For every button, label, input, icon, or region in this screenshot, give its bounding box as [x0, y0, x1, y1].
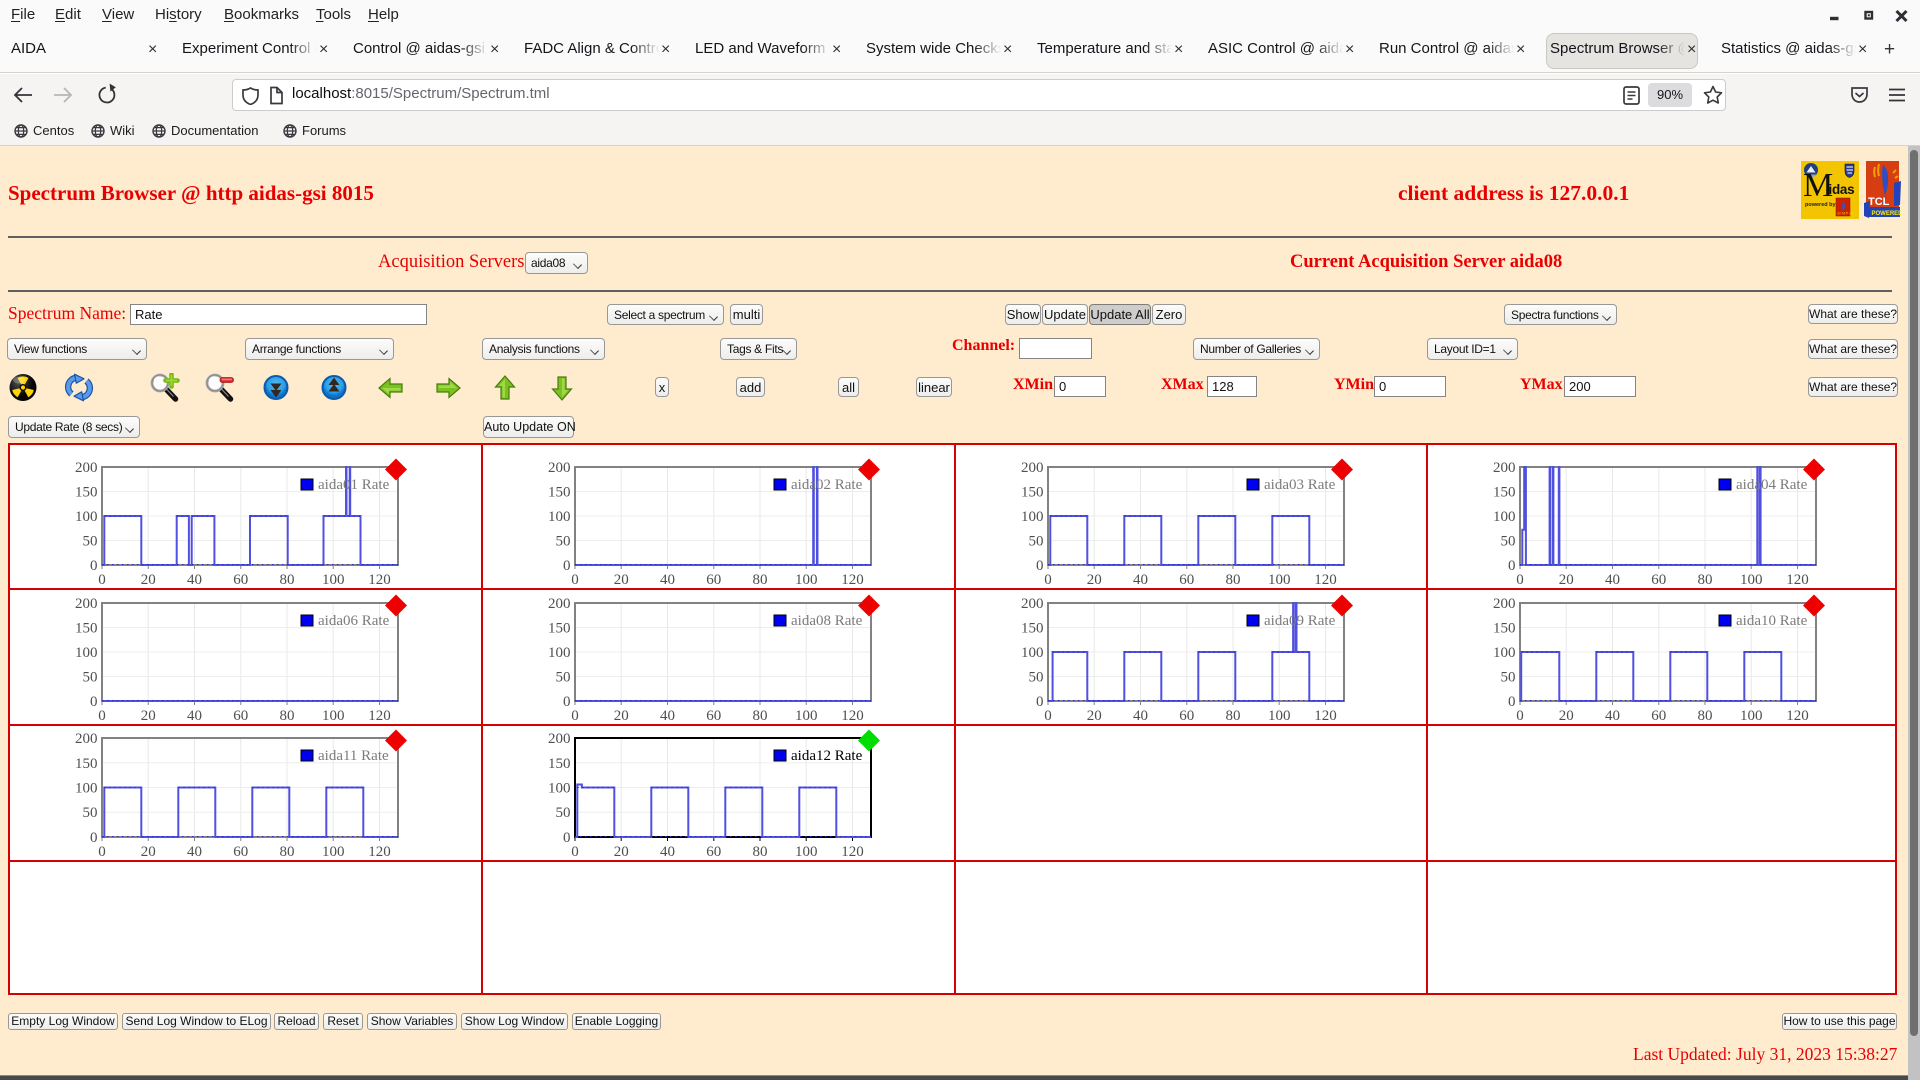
svg-text:0: 0: [1508, 694, 1516, 710]
svg-text:20: 20: [614, 844, 629, 859]
svg-text:20: 20: [141, 844, 156, 859]
svg-text:20: 20: [1087, 708, 1102, 723]
svg-text:aida12 Rate: aida12 Rate: [791, 748, 863, 764]
svg-text:0: 0: [1508, 558, 1516, 574]
svg-text:150: 150: [75, 485, 98, 501]
svg-text:150: 150: [75, 621, 98, 637]
svg-text:50: 50: [1029, 534, 1044, 550]
svg-text:100: 100: [1021, 509, 1044, 525]
svg-text:40: 40: [1133, 708, 1148, 723]
svg-text:100: 100: [1021, 645, 1044, 661]
svg-text:200: 200: [75, 596, 98, 612]
svg-text:120: 120: [1786, 708, 1809, 723]
svg-text:0: 0: [1036, 558, 1044, 574]
svg-text:0: 0: [1516, 708, 1524, 723]
svg-text:powered by: powered by: [1805, 202, 1837, 208]
svg-text:100: 100: [75, 781, 98, 797]
svg-text:50: 50: [556, 670, 571, 686]
svg-text:60: 60: [706, 844, 721, 859]
svg-text:150: 150: [548, 756, 571, 772]
svg-text:60: 60: [1651, 708, 1666, 723]
svg-text:S I M P L E: S I M P L E: [1838, 212, 1854, 216]
svg-text:0: 0: [90, 694, 98, 710]
svg-text:0: 0: [90, 830, 98, 846]
svg-text:100: 100: [75, 509, 98, 525]
svg-text:80: 80: [753, 844, 768, 859]
svg-text:100: 100: [1740, 708, 1763, 723]
svg-text:100: 100: [548, 645, 571, 661]
svg-text:0: 0: [1036, 694, 1044, 710]
svg-text:80: 80: [280, 844, 295, 859]
svg-text:50: 50: [83, 805, 98, 821]
svg-text:100: 100: [322, 844, 345, 859]
svg-text:aida09 Rate: aida09 Rate: [1264, 613, 1336, 629]
svg-text:aida11 Rate: aida11 Rate: [318, 748, 389, 764]
svg-text:150: 150: [548, 485, 571, 501]
svg-text:60: 60: [1179, 708, 1194, 723]
svg-text:0: 0: [563, 558, 571, 574]
svg-text:aida10 Rate: aida10 Rate: [1736, 613, 1808, 629]
svg-text:0: 0: [571, 844, 579, 859]
svg-text:20: 20: [1559, 708, 1574, 723]
svg-text:0: 0: [1044, 708, 1052, 723]
svg-text:40: 40: [660, 844, 675, 859]
svg-text:50: 50: [1029, 670, 1044, 686]
svg-text:aida01 Rate: aida01 Rate: [318, 477, 390, 493]
svg-text:200: 200: [548, 460, 571, 476]
svg-text:100: 100: [1268, 708, 1291, 723]
svg-text:150: 150: [1493, 485, 1516, 501]
svg-text:100: 100: [1493, 645, 1516, 661]
svg-text:200: 200: [548, 731, 571, 747]
svg-text:150: 150: [75, 756, 98, 772]
svg-text:120: 120: [368, 844, 391, 859]
svg-text:100: 100: [1493, 509, 1516, 525]
svg-text:40: 40: [1605, 708, 1620, 723]
svg-text:200: 200: [1493, 596, 1516, 612]
svg-text:150: 150: [1493, 621, 1516, 637]
svg-text:200: 200: [75, 731, 98, 747]
svg-text:200: 200: [1493, 460, 1516, 476]
svg-text:100: 100: [548, 781, 571, 797]
svg-text:0: 0: [563, 694, 571, 710]
svg-text:150: 150: [1021, 485, 1044, 501]
svg-text:50: 50: [556, 534, 571, 550]
svg-text:40: 40: [187, 844, 202, 859]
svg-text:50: 50: [83, 670, 98, 686]
svg-text:150: 150: [1021, 621, 1044, 637]
svg-text:100: 100: [795, 844, 818, 859]
svg-text:TCL: TCL: [1868, 196, 1890, 208]
svg-text:120: 120: [841, 844, 864, 859]
svg-text:150: 150: [548, 621, 571, 637]
svg-text:100: 100: [548, 509, 571, 525]
svg-text:200: 200: [1021, 460, 1044, 476]
svg-text:50: 50: [556, 805, 571, 821]
svg-text:0: 0: [90, 558, 98, 574]
svg-text:50: 50: [1501, 534, 1516, 550]
svg-text:80: 80: [1698, 708, 1713, 723]
svg-text:aida03 Rate: aida03 Rate: [1264, 477, 1336, 493]
svg-text:0: 0: [563, 830, 571, 846]
svg-text:0: 0: [98, 844, 106, 859]
svg-text:50: 50: [1501, 670, 1516, 686]
svg-text:200: 200: [1021, 596, 1044, 612]
svg-text:50: 50: [83, 534, 98, 550]
svg-text:100: 100: [75, 645, 98, 661]
svg-text:aida08 Rate: aida08 Rate: [791, 613, 863, 629]
svg-text:200: 200: [548, 596, 571, 612]
svg-text:aida02 Rate: aida02 Rate: [791, 477, 863, 493]
svg-text:idas: idas: [1829, 182, 1855, 197]
svg-text:aida06 Rate: aida06 Rate: [318, 613, 390, 629]
svg-text:POWERED: POWERED: [1872, 211, 1902, 217]
svg-text:aida04 Rate: aida04 Rate: [1736, 477, 1808, 493]
svg-text:120: 120: [1314, 708, 1337, 723]
svg-text:200: 200: [75, 460, 98, 476]
svg-text:80: 80: [1226, 708, 1241, 723]
svg-text:60: 60: [233, 844, 248, 859]
